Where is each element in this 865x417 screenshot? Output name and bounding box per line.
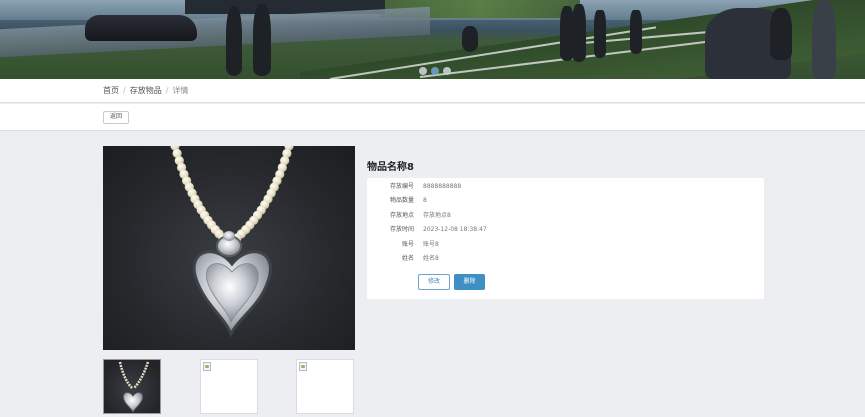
field-label: 存放地点	[389, 212, 414, 219]
thumbnail-3[interactable]	[296, 359, 354, 414]
field-value: 姓名8	[423, 255, 439, 262]
field-label: 物品数量	[389, 197, 414, 204]
toolbar: 返回	[0, 104, 865, 131]
breadcrumb: 首页 / 存放物品 / 详情	[0, 79, 865, 103]
banner-person	[594, 10, 606, 58]
thumbnail-strip	[103, 359, 355, 414]
banner-person	[226, 6, 242, 76]
field-value: 账号8	[423, 241, 439, 248]
detail-row: 存放编号 8888888888	[367, 181, 764, 193]
carousel-dot-1[interactable]	[419, 67, 427, 75]
detail-row: 姓名 姓名8	[367, 253, 764, 265]
detail-row: 物品数量 8	[367, 195, 764, 207]
banner-person	[253, 4, 271, 76]
hero-banner	[0, 0, 865, 79]
carousel-dots	[419, 67, 451, 75]
breadcrumb-home[interactable]: 首页	[103, 85, 119, 96]
thumbnail-2[interactable]	[200, 359, 258, 414]
broken-image-icon	[299, 362, 307, 371]
banner-person	[572, 4, 586, 62]
field-label: 存放时间	[389, 226, 414, 233]
banner-person	[812, 0, 836, 79]
delete-button[interactable]: 删除	[454, 274, 485, 290]
item-detail-card: 存放编号 8888888888 物品数量 8 存放地点 存放地点8 存放时间 2…	[367, 178, 764, 299]
detail-row: 账号 账号8	[367, 239, 764, 251]
main-product-image	[103, 146, 355, 350]
field-label: 姓名	[401, 255, 414, 262]
detail-row: 存放地点 存放地点8	[367, 210, 764, 222]
carousel-dot-3[interactable]	[443, 67, 451, 75]
banner-car	[85, 15, 197, 41]
thumbnail-1[interactable]	[103, 359, 161, 414]
detail-row: 存放时间 2023-12-08 18:38:47	[367, 224, 764, 236]
field-value: 8888888888	[423, 183, 462, 190]
field-value: 2023-12-08 18:38:47	[423, 226, 487, 233]
banner-person	[462, 26, 478, 52]
pearl-heart-locket-icon	[118, 361, 150, 413]
banner-person	[630, 10, 642, 54]
field-label: 存放编号	[389, 183, 414, 190]
banner-person	[770, 8, 792, 60]
breadcrumb-separator: /	[165, 86, 169, 95]
breadcrumb-current: 详情	[172, 86, 189, 95]
edit-button[interactable]: 修改	[418, 274, 450, 290]
pearl-heart-locket-icon	[170, 146, 294, 338]
field-value: 8	[423, 197, 427, 204]
breadcrumb-separator: /	[123, 86, 126, 95]
breadcrumb-storage-items[interactable]: 存放物品	[130, 85, 162, 96]
field-label: 账号	[401, 241, 414, 248]
carousel-dot-2[interactable]	[431, 67, 439, 75]
back-button[interactable]: 返回	[103, 111, 130, 124]
item-title: 物品名称8	[367, 162, 414, 173]
field-value: 存放地点8	[423, 212, 451, 219]
broken-image-icon	[203, 362, 211, 371]
